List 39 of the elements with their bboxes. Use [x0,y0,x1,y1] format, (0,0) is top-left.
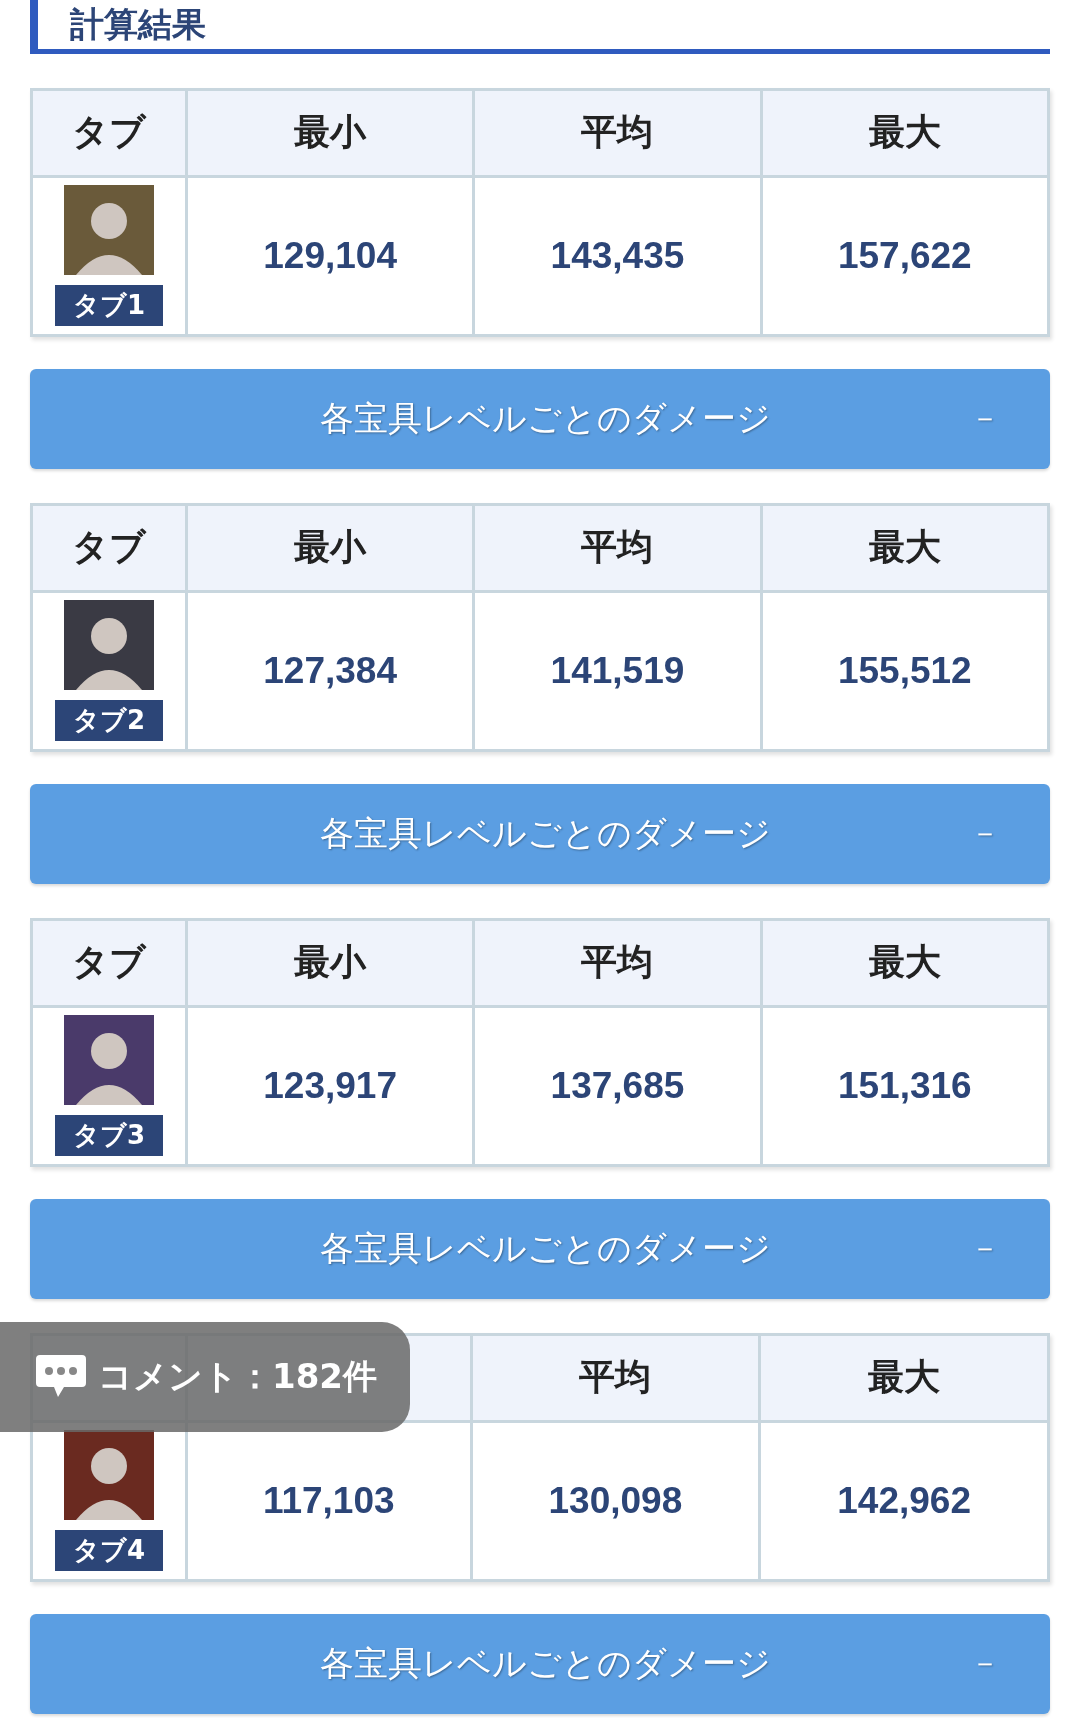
table-cell: 129,104 [186,176,474,336]
column-header: 平均 [471,1334,760,1422]
column-header: 最小 [186,89,474,177]
column-header: 最大 [761,919,1049,1007]
table-cell: 143,435 [473,176,762,336]
avatar-icon [64,185,154,276]
tab-label: タブ2 [55,700,163,742]
avatar-icon [64,1430,154,1521]
column-header: タブ [31,919,187,1007]
column-header: 平均 [473,504,762,592]
table-cell: 123,917 [186,1006,474,1166]
table-cell: 141,519 [473,591,762,751]
tab-label: タブ4 [55,1530,163,1572]
table-cell: 142,962 [759,1421,1049,1581]
tab-label: タブ1 [55,285,163,327]
collapse-button[interactable]: 各宝具レベルごとのダメージ － [30,368,1050,469]
table-cell: 130,098 [471,1421,760,1581]
section-title: 計算結果 [70,4,207,45]
table-cell: 151,316 [761,1006,1049,1166]
column-header: 最小 [186,919,474,1007]
column-header: タブ [31,504,187,592]
avatar-icon [64,600,154,691]
collapse-button[interactable]: 各宝具レベルごとのダメージ － [30,1613,1050,1714]
table-cell: 157,622 [761,176,1049,336]
column-header: 平均 [473,919,762,1007]
avatar-icon [64,1015,154,1106]
column-header: タブ [31,89,187,177]
collapse-button[interactable]: 各宝具レベルごとのダメージ － [30,783,1050,884]
column-header: 最大 [761,504,1049,592]
table-cell: 155,512 [761,591,1049,751]
table-cell: 137,685 [473,1006,762,1166]
column-header: 最大 [759,1334,1049,1422]
column-header: 平均 [473,89,762,177]
column-header: 最大 [761,89,1049,177]
comments-button[interactable]: コメント：182件 [0,1322,410,1432]
collapse-button[interactable]: 各宝具レベルごとのダメージ － [30,1198,1050,1299]
table-cell: 127,384 [186,591,474,751]
tab-label: タブ3 [55,1115,163,1157]
column-header: 最小 [186,504,474,592]
